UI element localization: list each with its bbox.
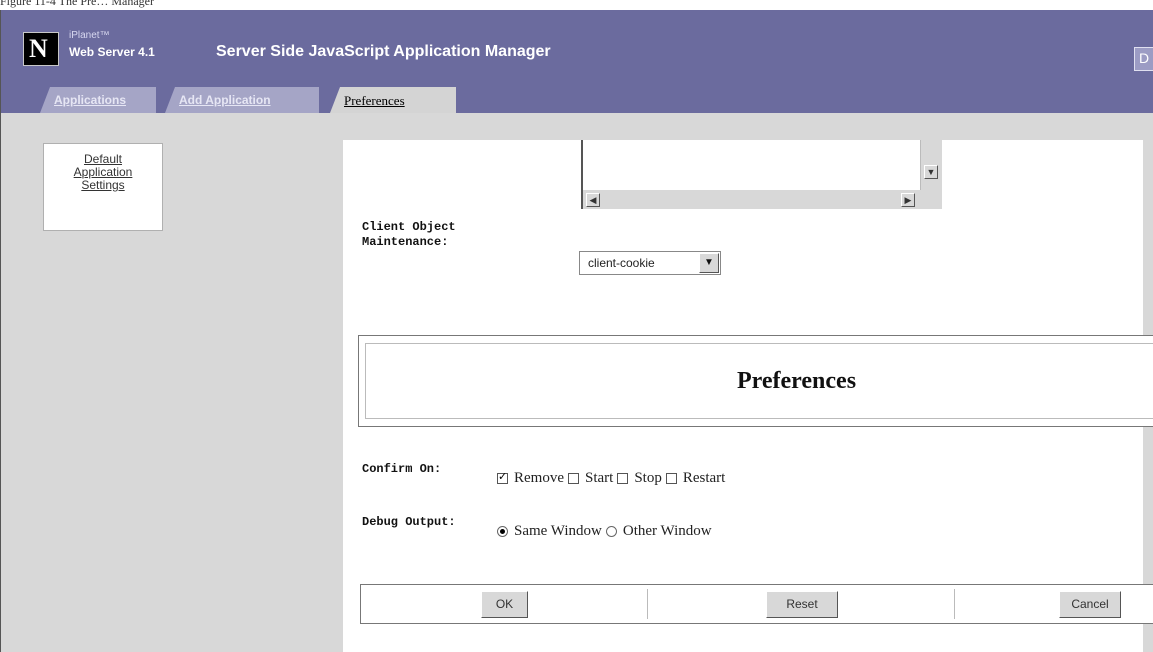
button-divider	[647, 589, 648, 619]
brand-company: iPlanet™	[69, 30, 110, 41]
brand-product: Web Server 4.1	[69, 45, 155, 59]
textarea-body[interactable]	[581, 140, 921, 190]
same-window-label: Same Window	[514, 523, 602, 539]
stop-checkbox[interactable]	[617, 473, 629, 484]
left-nav-panel: Default Application Settings	[1, 113, 343, 652]
textarea-fragment[interactable]: ◀ ▶ ▼	[581, 140, 942, 209]
preferences-heading-box: Preferences	[358, 335, 1153, 427]
button-divider	[954, 589, 955, 619]
debug-options: Same Window Other Window	[497, 523, 716, 540]
confirm-on-label: Confirm On:	[362, 462, 442, 476]
other-window-label: Other Window	[622, 523, 712, 539]
section-title: Preferences	[737, 368, 857, 394]
client-object-label-line1: Client Object	[362, 220, 456, 234]
debug-output-label: Debug Output:	[362, 515, 456, 529]
restart-checkbox[interactable]	[665, 473, 677, 484]
action-button-bar: OK Reset Cancel	[360, 584, 1153, 624]
restart-label: Restart	[682, 470, 726, 486]
scroll-right-icon[interactable]: ▶	[901, 193, 915, 207]
page-title: Server Side JavaScript Application Manag…	[216, 43, 551, 60]
tab-preferences[interactable]: Preferences	[330, 87, 456, 113]
remove-checkbox[interactable]	[497, 470, 508, 484]
chevron-down-icon[interactable]: ▼	[699, 253, 719, 273]
scroll-down-icon[interactable]: ▼	[924, 165, 938, 179]
client-object-select[interactable]: client-cookie ▼	[579, 251, 721, 275]
same-window-radio[interactable]	[497, 526, 508, 537]
start-label: Start	[585, 470, 614, 486]
figure-caption: Figure 11-4 The Pre… Manager	[0, 0, 154, 8]
header-right-button[interactable]: D	[1134, 47, 1153, 71]
nav-item-label-line: Settings	[81, 178, 125, 192]
scroll-left-icon[interactable]: ◀	[586, 193, 600, 207]
header-right-button-label: D	[1139, 50, 1150, 66]
other-window-radio[interactable]	[605, 526, 617, 537]
tab-applications[interactable]: Applications	[40, 87, 156, 113]
client-object-label-line2: Maintenance:	[362, 235, 449, 249]
logo-glyph: N	[29, 34, 48, 63]
remove-label: Remove	[514, 470, 564, 486]
tab-add-application[interactable]: Add Application	[165, 87, 319, 113]
reset-button[interactable]: Reset	[766, 591, 838, 618]
vertical-scrollbar[interactable]: ▼	[921, 140, 942, 209]
client-object-value: client-cookie	[588, 256, 655, 270]
stop-label: Stop	[634, 470, 662, 486]
horizontal-scrollbar[interactable]: ◀ ▶	[581, 190, 921, 209]
nav-item-default-application-settings[interactable]: Default Application Settings	[43, 143, 163, 231]
ok-button[interactable]: OK	[481, 591, 528, 618]
netscape-logo-icon: N	[23, 32, 59, 66]
confirm-options: Remove Start Stop Restart	[497, 470, 729, 487]
preferences-heading-inner: Preferences	[365, 343, 1153, 419]
figure-caption-strip: Figure 11-4 The Pre… Manager	[0, 0, 1153, 10]
cancel-button[interactable]: Cancel	[1059, 591, 1121, 618]
start-checkbox[interactable]	[568, 473, 579, 484]
